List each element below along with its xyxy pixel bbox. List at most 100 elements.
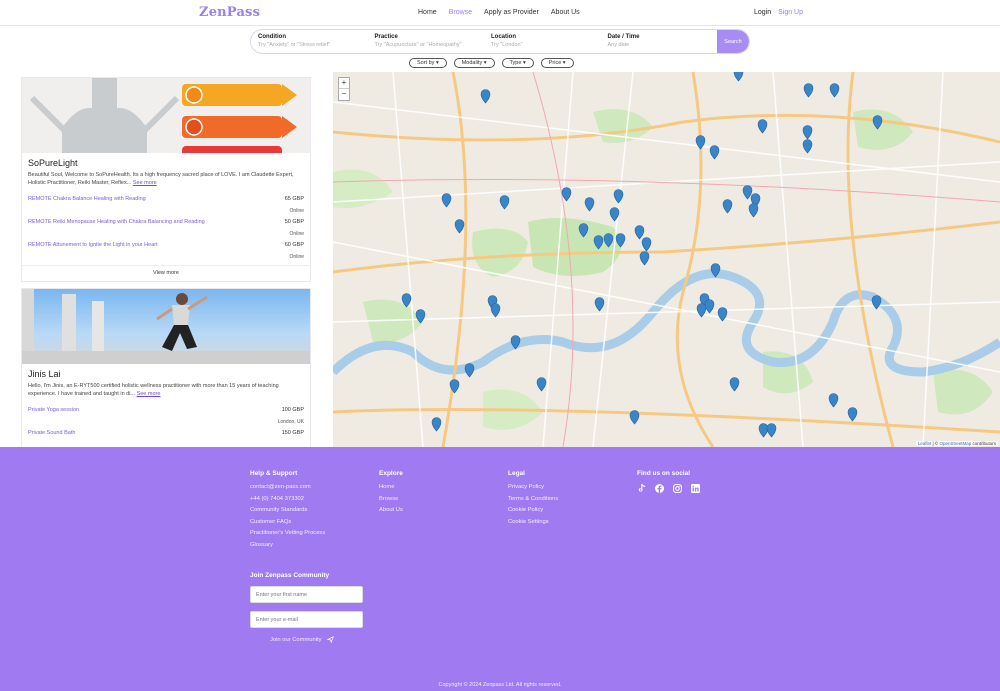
footer-help-title: Help & Support [250, 470, 298, 477]
zoom-out-button[interactable]: − [339, 89, 349, 100]
practitioner-card[interactable]: Jinis Lai Hello, I'm Jinis, an E-RYT500 … [21, 288, 311, 447]
login-link[interactable]: Login [754, 9, 771, 16]
footer-home-link[interactable]: Home [379, 484, 403, 490]
service-row[interactable]: REMOTE Reiki Menopause Healing with Chak… [28, 219, 304, 231]
listing-panel: SoPureLight Beautiful Soul, Welcome to S… [0, 72, 333, 447]
service-name[interactable]: REMOTE Reiki Menopause Healing with Chak… [28, 219, 205, 225]
first-name-input[interactable] [250, 586, 363, 603]
practitioner-description: Hello, I'm Jinis, an E-RYT500 certified … [28, 382, 304, 398]
practitioner-image [22, 78, 310, 153]
footer-terms-link[interactable]: Terms & Conditions [508, 496, 558, 502]
footer-glossary-link[interactable]: Glossary [250, 542, 325, 548]
description-text: Beautiful Soul, Welcome to SoPureHealth.… [28, 172, 294, 186]
nav-home[interactable]: Home [418, 9, 437, 16]
service-row[interactable]: REMOTE Chakra Balance Healing with Readi… [28, 196, 304, 208]
practice-field[interactable]: Practice Try "Acupuncture" or "Homeopath… [368, 30, 485, 53]
search-button[interactable]: Search [717, 30, 749, 53]
footer-legal-title: Legal [508, 470, 525, 477]
service-price: 100 GBP [281, 407, 304, 413]
condition-label: Condition [258, 34, 286, 40]
zoom-control: + − [338, 77, 350, 101]
join-community-form: Join Zenpass Community Join our Communit… [250, 572, 363, 644]
join-button-label: Join our Community [270, 637, 322, 644]
service-location: Online [289, 254, 304, 260]
nav-apply-provider[interactable]: Apply as Provider [484, 9, 539, 16]
service-row[interactable]: REMOTE Attunement to Ignite the Light in… [28, 242, 304, 254]
date-time-field[interactable]: Date / Time Any date [601, 30, 718, 53]
service-row[interactable]: Private Yoga session 100 GBP [28, 407, 304, 419]
practitioner-description: Beautiful Soul, Welcome to SoPureHealth.… [28, 171, 304, 187]
map-canvas [333, 72, 1000, 447]
footer-privacy-link[interactable]: Privacy Policy [508, 484, 558, 490]
condition-placeholder: Try "Anxiety" or "Stress relief" [258, 42, 331, 48]
leaflet-link[interactable]: Leaflet [918, 441, 932, 446]
service-price: 65 GBP [284, 196, 304, 202]
date-time-placeholder: Any date [607, 42, 630, 48]
main-nav: Home Browse Apply as Provider About Us [418, 9, 580, 16]
type-filter[interactable]: Type ▾ [501, 58, 534, 68]
nav-about[interactable]: About Us [551, 9, 580, 16]
service-location: Online [289, 231, 304, 237]
footer-explore-column: Explore Home Browse About Us [379, 470, 403, 519]
footer-cookie-settings-link[interactable]: Cookie Settings [508, 519, 558, 525]
signup-link[interactable]: Sign Up [778, 9, 803, 16]
practitioner-card[interactable]: SoPureLight Beautiful Soul, Welcome to S… [21, 77, 311, 282]
footer-browse-link[interactable]: Browse [379, 496, 403, 502]
service-location: Online [289, 208, 304, 214]
service-price: 50 GBP [284, 219, 304, 225]
nav-browse[interactable]: Browse [449, 9, 472, 16]
price-filter[interactable]: Price ▾ [540, 58, 574, 68]
footer-email-link[interactable]: contact@zen-pass.com [250, 484, 325, 490]
footer: Help & Support contact@zen-pass.com +44 … [0, 447, 1000, 691]
service-name[interactable]: Private Yoga session [28, 407, 79, 413]
linkedin-icon[interactable] [691, 484, 700, 493]
footer-vetting-link[interactable]: Practitioner's Vetting Process [250, 530, 325, 536]
service-name[interactable]: REMOTE Attunement to Ignite the Light in… [28, 242, 158, 248]
sort-by-filter[interactable]: Sort by ▾ [409, 58, 447, 68]
footer-legal-column: Legal Privacy Policy Terms & Conditions … [508, 470, 558, 530]
service-price: 150 GBP [281, 430, 304, 436]
footer-community-standards-link[interactable]: Community Standards [250, 507, 325, 513]
footer-cookie-policy-link[interactable]: Cookie Policy [508, 507, 558, 513]
date-time-label: Date / Time [607, 34, 640, 40]
service-row[interactable]: Private Sound Bath 150 GBP [28, 430, 304, 442]
map-view[interactable]: + − Leaflet | © OpenStreetMap contributo… [333, 72, 1000, 447]
view-more-button[interactable]: View more [22, 265, 310, 277]
facebook-icon[interactable] [655, 484, 664, 493]
see-more-link[interactable]: See more [137, 391, 161, 397]
footer-faqs-link[interactable]: Customer FAQs [250, 519, 325, 525]
practitioner-name: Jinis Lai [28, 369, 61, 379]
footer-social-title: Find us on social [637, 470, 691, 477]
instagram-icon[interactable] [673, 484, 682, 493]
zoom-in-button[interactable]: + [339, 78, 349, 89]
practitioner-image [22, 289, 310, 364]
service-name[interactable]: REMOTE Chakra Balance Healing with Readi… [28, 196, 146, 202]
footer-explore-title: Explore [379, 470, 403, 477]
location-placeholder: Try "London" [491, 42, 523, 48]
service-price: 60 GBP [284, 242, 304, 248]
footer-about-link[interactable]: About Us [379, 507, 403, 513]
location-field[interactable]: Location Try "London" [484, 30, 601, 53]
practice-placeholder: Try "Acupuncture" or "Homeopathy" [374, 42, 462, 48]
filter-bar: Sort by ▾ Modality ▾ Type ▾ Price ▾ [409, 58, 574, 68]
service-name[interactable]: Private Sound Bath [28, 430, 75, 436]
zenpass-logo[interactable]: ZenPass [199, 5, 260, 20]
join-title: Join Zenpass Community [250, 572, 330, 579]
join-community-button[interactable]: Join our Community [270, 635, 363, 644]
modality-filter[interactable]: Modality ▾ [453, 58, 495, 68]
condition-field[interactable]: Condition Try "Anxiety" or "Stress relie… [251, 30, 368, 53]
practitioner-name: SoPureLight [28, 158, 78, 168]
map-attribution: Leaflet | © OpenStreetMap contributors [915, 441, 998, 446]
send-icon [326, 635, 335, 644]
openstreetmap-link[interactable]: OpenStreetMap [939, 441, 971, 446]
email-input[interactable] [250, 611, 363, 628]
practice-label: Practice [374, 34, 398, 40]
tiktok-icon[interactable] [637, 484, 646, 493]
auth-links: Login Sign Up [754, 9, 803, 16]
service-location: London, UK [277, 419, 304, 425]
footer-help-column: Help & Support contact@zen-pass.com +44 … [250, 470, 325, 553]
top-navbar: ZenPass Home Browse Apply as Provider Ab… [0, 0, 1000, 26]
see-more-link[interactable]: See more [133, 180, 157, 186]
footer-phone-link[interactable]: +44 (0) 7404 373302 [250, 496, 325, 502]
footer-social-column: Find us on social [637, 470, 700, 493]
